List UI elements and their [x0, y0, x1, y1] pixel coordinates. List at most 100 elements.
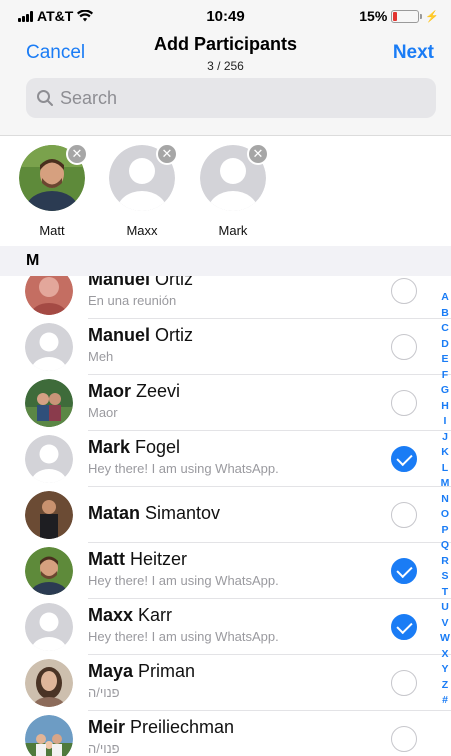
selected-name: Maxx	[126, 223, 158, 238]
index-letter[interactable]: P	[438, 523, 451, 539]
index-letter[interactable]: Y	[438, 662, 451, 678]
avatar	[25, 379, 73, 427]
contact-name: Maya Priman	[88, 661, 196, 681]
search-bar[interactable]	[26, 78, 436, 118]
contact-status: En una reunión	[88, 293, 177, 308]
select-checkbox[interactable]	[391, 278, 417, 304]
contact-status: Maor	[88, 405, 118, 420]
contact-name: Maxx Karr	[88, 605, 173, 625]
contact-name: Maor Zeevi	[88, 381, 181, 401]
page-title: Add Participants	[153, 34, 298, 54]
remove-matt-button[interactable]: ✕	[66, 143, 88, 165]
select-checkbox-checked[interactable]	[391, 558, 417, 584]
select-checkbox[interactable]	[391, 502, 417, 528]
contact-row[interactable]: Maya Priman פנוי/ה	[0, 655, 451, 711]
contact-name: Meir Preiliechman	[88, 717, 235, 737]
remove-maxx-button[interactable]: ✕	[156, 143, 178, 165]
avatar	[25, 659, 73, 707]
contact-row[interactable]: Maxx Karr Hey there! I am using WhatsApp…	[0, 599, 451, 655]
charging-icon: ⚡	[425, 10, 439, 23]
participant-count: 3 / 256	[207, 59, 244, 73]
contact-status: פנוי/ה	[88, 741, 120, 756]
contact-status: Hey there! I am using WhatsApp.	[88, 461, 279, 476]
index-letter[interactable]: F	[438, 368, 451, 384]
index-letter[interactable]: T	[438, 585, 451, 601]
index-letter[interactable]: #	[438, 693, 451, 709]
photo-avatar-icon	[25, 379, 73, 427]
index-letter[interactable]: M	[438, 476, 451, 492]
index-letter[interactable]: W	[438, 631, 451, 647]
index-letter[interactable]: H	[438, 399, 451, 415]
index-letter[interactable]: O	[438, 507, 451, 523]
index-letter[interactable]: S	[438, 569, 451, 585]
search-icon	[37, 90, 53, 106]
select-checkbox[interactable]	[391, 334, 417, 360]
index-letter[interactable]: G	[438, 383, 451, 399]
selected-name: Matt	[39, 223, 65, 238]
contact-list[interactable]: Manuel Ortiz En una reunión Manuel Ortiz…	[0, 276, 451, 756]
contact-name: Matt Heitzer	[88, 549, 188, 569]
contact-row[interactable]: Matan Simantov	[0, 487, 451, 543]
section-header: M	[0, 246, 451, 276]
index-letter[interactable]: I	[438, 414, 451, 430]
remove-mark-button[interactable]: ✕	[247, 143, 269, 165]
avatar	[25, 276, 73, 315]
index-letter[interactable]: U	[438, 600, 451, 616]
avatar	[25, 603, 73, 651]
search-input[interactable]	[60, 87, 400, 109]
index-letter[interactable]: B	[438, 306, 451, 322]
next-button[interactable]: Next	[393, 42, 434, 64]
photo-avatar-icon	[25, 547, 73, 595]
index-letter[interactable]: E	[438, 352, 451, 368]
index-letter[interactable]: K	[438, 445, 451, 461]
contact-row[interactable]: Matt Heitzer Hey there! I am using Whats…	[0, 543, 451, 599]
avatar: ✕	[19, 143, 88, 211]
index-letter[interactable]: Z	[438, 678, 451, 694]
photo-avatar-icon	[25, 276, 73, 315]
avatar: ✕	[200, 143, 269, 211]
contact-row[interactable]: Manuel Ortiz En una reunión	[0, 276, 451, 319]
contact-status: פנוי/ה	[88, 685, 120, 700]
selected-chip[interactable]: ✕ Maxx	[106, 143, 178, 238]
alphabet-index[interactable]: A B C D E F G H I J K L M N O P Q R S T U V W X Y Z #	[438, 290, 451, 709]
select-checkbox-checked[interactable]	[391, 614, 417, 640]
default-avatar-icon	[25, 323, 73, 371]
index-letter[interactable]: X	[438, 647, 451, 663]
index-letter[interactable]: J	[438, 430, 451, 446]
contact-status: Hey there! I am using WhatsApp.	[88, 629, 279, 644]
index-letter[interactable]: C	[438, 321, 451, 337]
photo-avatar-icon	[25, 715, 73, 756]
photo-avatar-icon	[25, 491, 73, 539]
avatar	[25, 491, 73, 539]
contact-row[interactable]: Meir Preiliechman פנוי/ה	[0, 711, 451, 756]
section-letter: M	[26, 252, 40, 269]
contact-name: Matan Simantov	[88, 503, 221, 523]
index-letter[interactable]: N	[438, 492, 451, 508]
photo-avatar-icon	[25, 659, 73, 707]
contact-name: Manuel Ortiz	[88, 325, 194, 345]
index-letter[interactable]: V	[438, 616, 451, 632]
contact-name: Mark Fogel	[88, 437, 181, 457]
avatar	[25, 547, 73, 595]
select-checkbox[interactable]	[391, 390, 417, 416]
index-letter[interactable]: Q	[438, 538, 451, 554]
selected-name: Mark	[218, 223, 248, 238]
battery-percent: 15%	[359, 8, 388, 24]
contact-row[interactable]: Mark Fogel Hey there! I am using WhatsAp…	[0, 431, 451, 487]
selected-chip[interactable]: ✕ Mark	[197, 143, 269, 238]
select-checkbox-checked[interactable]	[391, 446, 417, 472]
battery-group: 15% ⚡	[359, 8, 439, 24]
avatar	[25, 435, 73, 483]
select-checkbox[interactable]	[391, 726, 417, 752]
index-letter[interactable]: A	[438, 290, 451, 306]
contact-name: Manuel Ortiz	[88, 276, 194, 289]
index-letter[interactable]: D	[438, 337, 451, 353]
select-checkbox[interactable]	[391, 670, 417, 696]
index-letter[interactable]: L	[438, 461, 451, 477]
battery-icon	[391, 9, 423, 23]
index-letter[interactable]: R	[438, 554, 451, 570]
contact-row[interactable]: Manuel Ortiz Meh	[0, 319, 451, 375]
contact-row[interactable]: Maor Zeevi Maor	[0, 375, 451, 431]
selected-chip[interactable]: ✕ Matt	[16, 143, 88, 238]
avatar: ✕	[109, 143, 178, 211]
